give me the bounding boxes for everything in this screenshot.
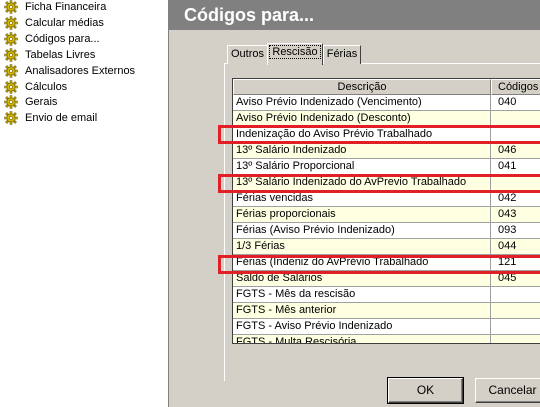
cell-descricao: 1/3 Férias [233, 239, 491, 255]
table-row[interactable]: Aviso Prévio Indenizado (Desconto) [233, 111, 540, 127]
ok-button[interactable]: OK [387, 377, 464, 404]
nav-item-label: Ficha Financeira [25, 1, 107, 13]
table-row[interactable]: 1/3 Férias 044 [233, 239, 540, 255]
cell-descricao: FGTS - Multa Rescisória [233, 335, 491, 343]
table-row[interactable]: Férias (Aviso Prévio Indenizado) 093 [233, 223, 540, 239]
cell-codigo[interactable]: 121 [491, 255, 540, 271]
cell-descricao: FGTS - Aviso Prévio Indenizado [233, 319, 491, 335]
nav-item[interactable]: Analisadores Externos [4, 63, 135, 79]
page-title: Códigos para... [169, 0, 540, 30]
cell-descricao: Férias vencidas [233, 191, 491, 207]
cell-descricao: 13º Salário Indenizado [233, 143, 491, 159]
nav-item-label: Cálculos [25, 80, 68, 93]
gear-icon [4, 0, 18, 14]
cell-codigo[interactable]: 045 [491, 271, 540, 287]
cell-codigo[interactable] [491, 111, 540, 127]
gear-icon [4, 47, 18, 62]
nav-item[interactable]: Envio de email [4, 110, 97, 126]
cell-descricao: Férias proporcionais [233, 207, 491, 223]
table-row[interactable]: FGTS - Aviso Prévio Indenizado [233, 319, 540, 335]
cell-descricao: 13º Salário Indenizado do AvPrevio Traba… [233, 175, 491, 191]
table-row[interactable]: Saldo de Salários 045 [233, 271, 540, 287]
cell-codigo[interactable] [491, 319, 540, 335]
nav-item[interactable]: Tabelas Livres [4, 47, 95, 63]
cell-codigo[interactable]: 046 [491, 143, 540, 159]
cell-descricao: Aviso Prévio Indenizado (Vencimento) [233, 95, 491, 111]
cell-descricao: Férias (Aviso Prévio Indenizado) [233, 223, 491, 239]
table-row[interactable]: FGTS - Multa Rescisória [233, 335, 540, 343]
cell-descricao: FGTS - Mês da rescisão [233, 287, 491, 303]
cell-descricao: Saldo de Salários [233, 271, 491, 287]
nav-item-label: Tabelas Livres [25, 48, 96, 61]
cell-descricao: Indenização do Aviso Prévio Trabalhado [233, 127, 491, 143]
navigation-tree: Ficha Financeira Calcular médias Códigos p… [0, 0, 168, 407]
table-row[interactable]: 13º Salário Indenizado do AvPrevio Traba… [233, 175, 540, 191]
codes-grid[interactable]: Descrição Códigos Aviso Prévio Indenizad… [232, 78, 540, 344]
table-row[interactable]: FGTS - Mês anterior [233, 303, 540, 319]
cell-codigo[interactable]: 042 [491, 191, 540, 207]
table-row[interactable]: Aviso Prévio Indenizado (Vencimento) 040 [233, 95, 540, 111]
nav-item[interactable]: Calcular médias [4, 15, 104, 31]
nav-item-label: Envio de email [25, 112, 98, 125]
table-row[interactable]: 13º Salário Proporcional 041 [233, 159, 540, 175]
gear-icon [4, 32, 18, 46]
nav-item[interactable]: Ficha Financeira [4, 0, 106, 15]
cell-descricao: 13º Salário Proporcional [233, 159, 491, 175]
table-row[interactable]: Férias (Indeniz do AvPrévio Trabalhado 12… [233, 255, 540, 271]
table-row[interactable]: Férias vencidas 042 [233, 191, 540, 207]
tab-rescisao[interactable]: Rescisão [267, 43, 323, 65]
table-row[interactable]: Férias proporcionais 043 [233, 207, 540, 223]
cell-descricao: Aviso Prévio Indenizado (Desconto) [233, 111, 491, 127]
gear-icon [4, 16, 18, 30]
grid-rows: Aviso Prévio Indenizado (Vencimento) 040 A… [233, 95, 540, 343]
codes-panel: Códigos para... Outros Rescisão Férias D… [168, 0, 540, 407]
nav-item-label: Códigos para... [25, 32, 100, 45]
tab-label: Outros [230, 48, 264, 60]
grid-header: Descrição Códigos [233, 79, 540, 95]
nav-item[interactable]: Gerais [4, 94, 57, 110]
table-row[interactable]: 13º Salário Indenizado 046 [233, 143, 540, 159]
nav-item-label: Calcular médias [25, 16, 104, 29]
table-row[interactable]: Indenização do Aviso Prévio Trabalhado [233, 127, 540, 143]
tab-label: Férias [326, 48, 358, 60]
gear-icon [4, 79, 18, 94]
cell-codigo[interactable] [491, 287, 540, 303]
gear-icon [4, 63, 18, 78]
tab-label: Rescisão [269, 45, 321, 59]
nav-item-label: Gerais [25, 96, 58, 109]
tab-outros[interactable]: Outros [227, 45, 268, 64]
cancel-button[interactable]: Cancelar [475, 378, 540, 403]
cell-codigo[interactable]: 040 [491, 95, 540, 111]
cell-descricao: FGTS - Mês anterior [233, 303, 491, 319]
cell-descricao: Férias (Indeniz do AvPrévio Trabalhado [233, 255, 491, 271]
cell-codigo[interactable]: 093 [491, 223, 540, 239]
nav-item[interactable]: Códigos para... [4, 31, 100, 47]
nav-item[interactable]: Cálculos [4, 79, 67, 95]
ok-label: OK [416, 383, 435, 397]
cell-codigo[interactable] [491, 175, 540, 191]
column-header-codigos[interactable]: Códigos [491, 79, 540, 95]
gear-icon [4, 111, 18, 125]
cell-codigo[interactable] [491, 335, 540, 343]
gear-icon [4, 95, 18, 110]
cell-codigo[interactable] [491, 127, 540, 143]
table-row[interactable]: FGTS - Mês da rescisão [233, 287, 540, 303]
cancel-label: Cancelar [488, 383, 537, 397]
column-header-descricao[interactable]: Descrição [233, 79, 491, 95]
cell-codigo[interactable] [491, 303, 540, 319]
cell-codigo[interactable]: 041 [491, 159, 540, 175]
tab-ferias[interactable]: Férias [323, 45, 361, 64]
nav-item-label: Analisadores Externos [25, 64, 136, 77]
cell-codigo[interactable]: 043 [491, 207, 540, 223]
cell-codigo[interactable]: 044 [491, 239, 540, 255]
